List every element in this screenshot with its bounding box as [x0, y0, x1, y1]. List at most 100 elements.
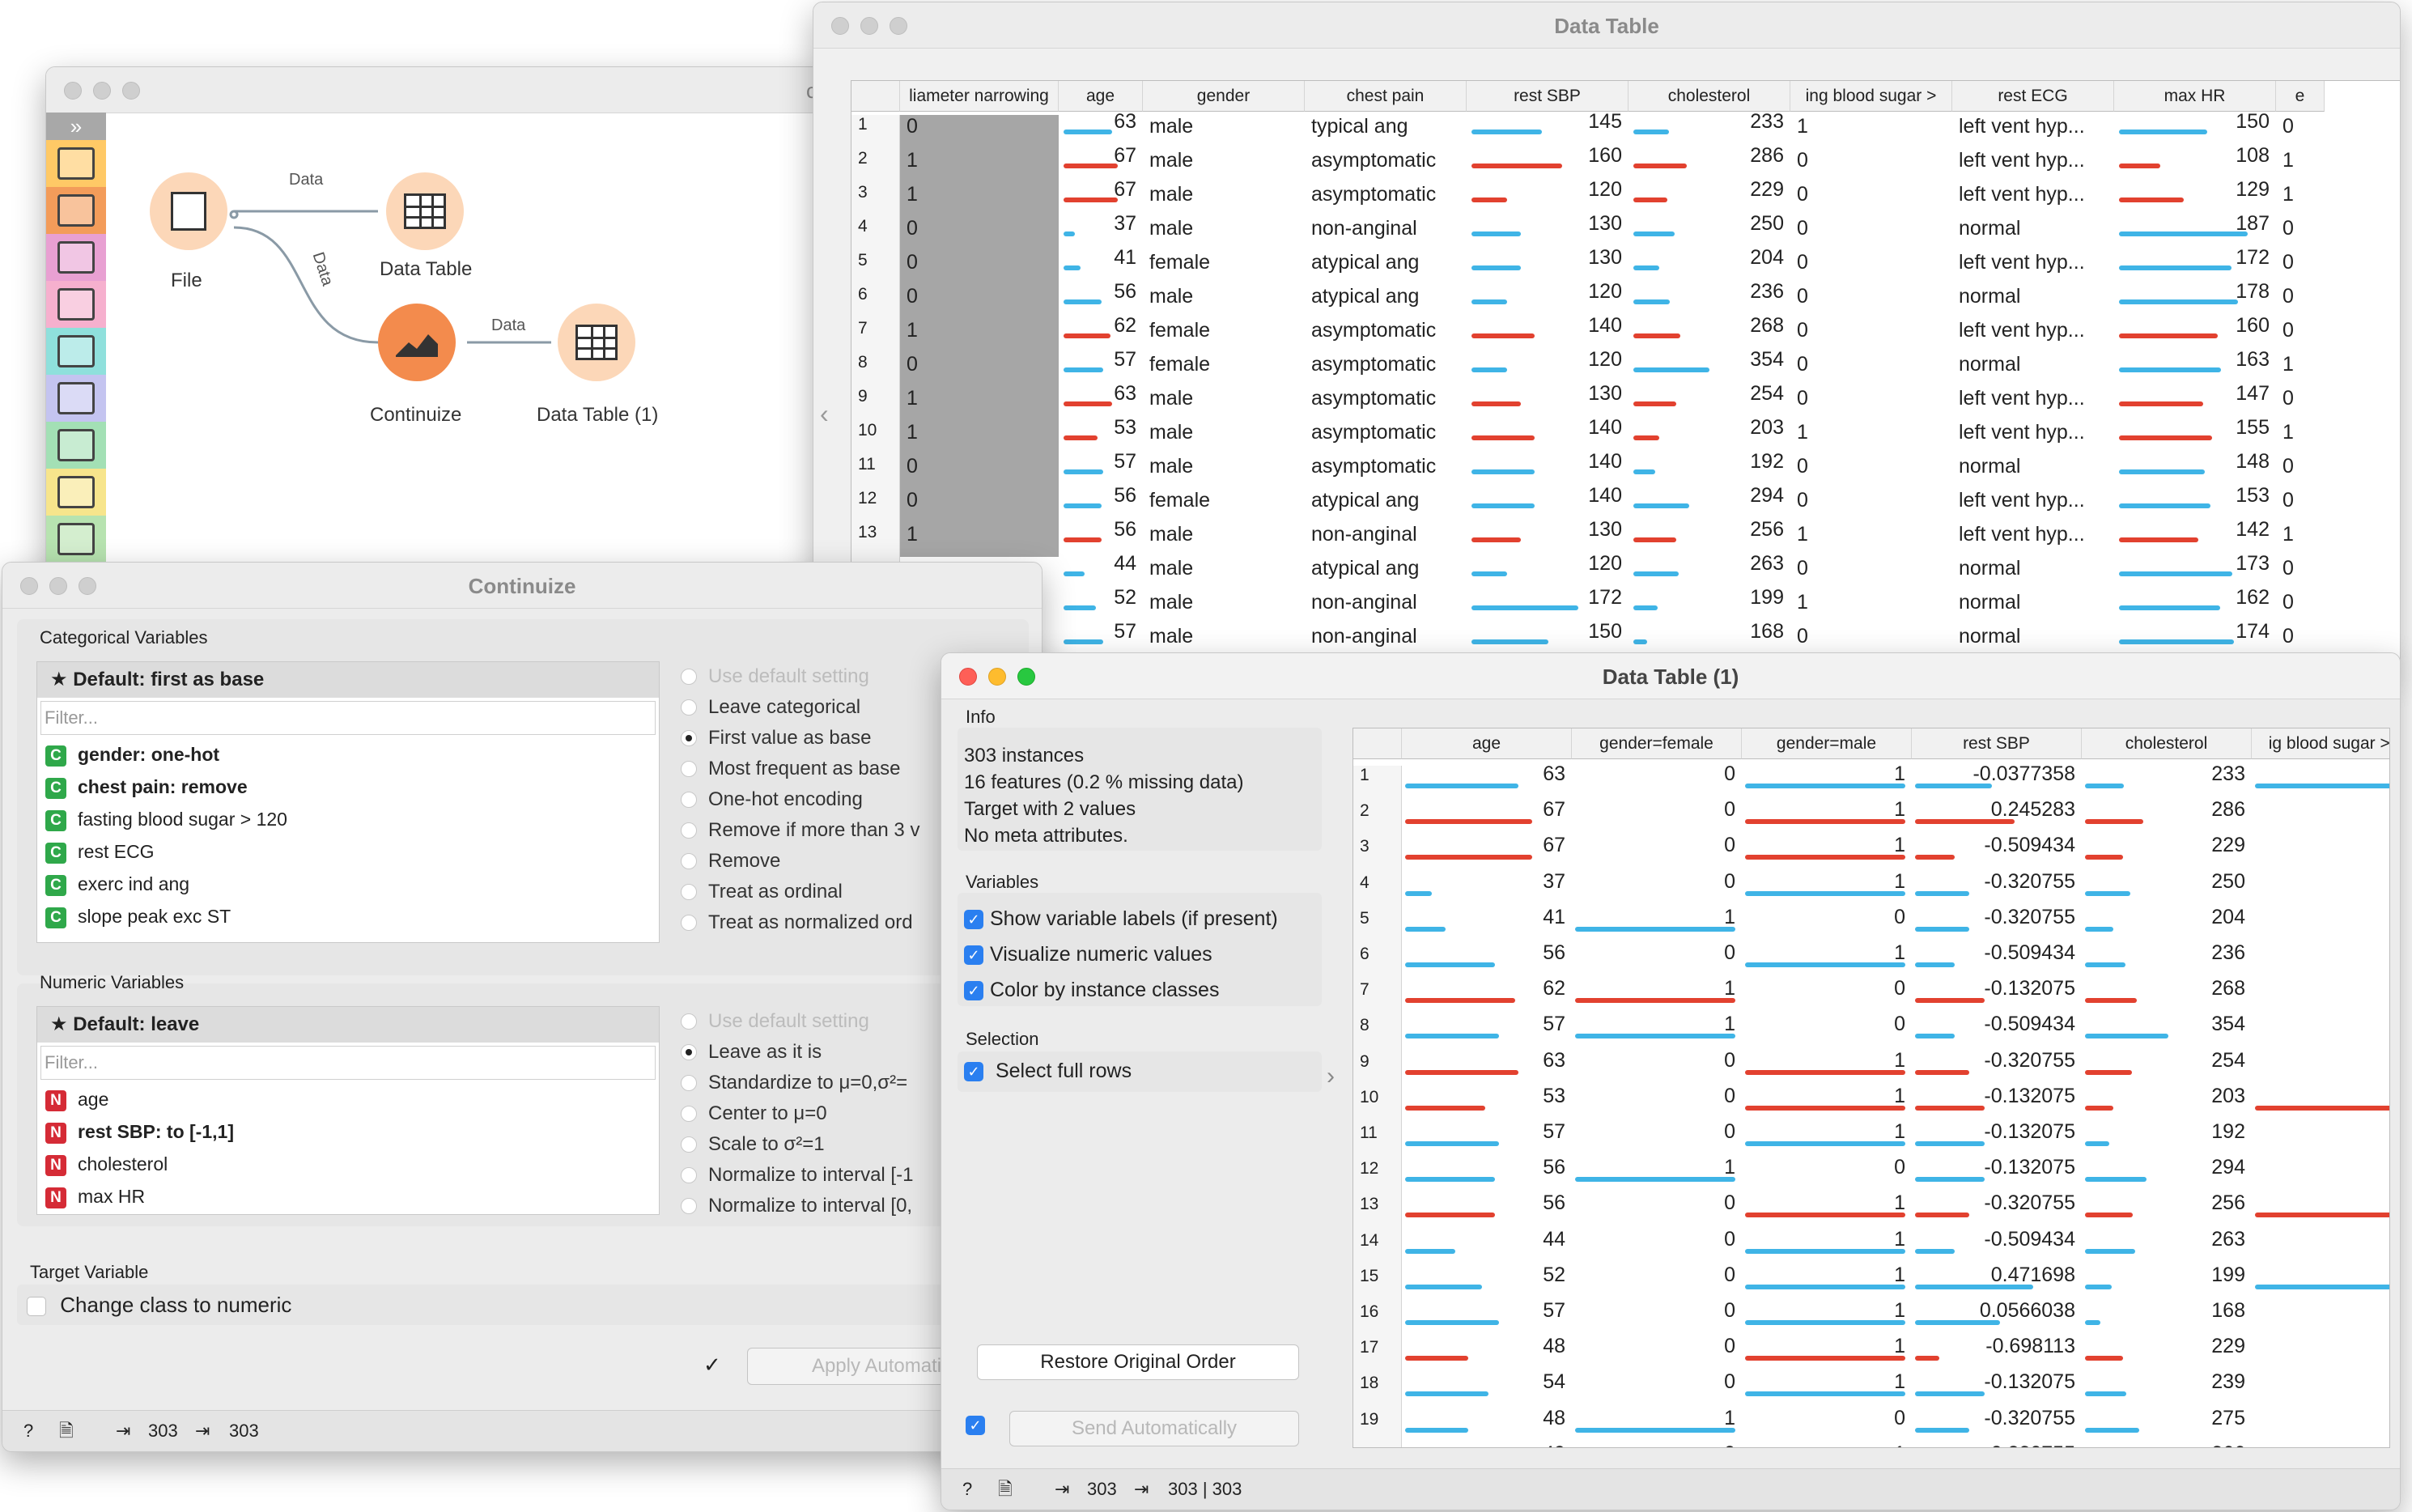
table-cell[interactable]: 168 — [2082, 1299, 2252, 1335]
table-cell[interactable]: 1 — [2276, 353, 2325, 387]
table-cell[interactable]: left vent hyp... — [1952, 149, 2114, 183]
table-cell[interactable]: left vent hyp... — [1952, 115, 2114, 149]
table-cell[interactable]: 57 — [1402, 1299, 1572, 1335]
radio-option[interactable]: Leave categorical — [681, 692, 919, 723]
table-cell[interactable]: 0 — [1790, 455, 1952, 489]
table-cell[interactable]: 229 — [2082, 1335, 2252, 1370]
table-cell[interactable]: left vent hyp... — [1952, 523, 2114, 557]
table-cell[interactable]: 0 — [2252, 941, 2389, 977]
table-cell[interactable]: 145 — [1467, 110, 1629, 144]
table-cell[interactable]: 56 — [1402, 1156, 1572, 1191]
table-cell[interactable]: male — [1143, 421, 1305, 455]
table-cell[interactable]: 1 — [1742, 941, 1912, 977]
send-auto-checkbox[interactable]: ✓ — [966, 1416, 985, 1435]
table-cell[interactable]: 1 — [900, 149, 1059, 183]
table-cell[interactable]: asymptomatic — [1305, 455, 1467, 489]
table-cell[interactable]: 203 — [1629, 416, 1790, 450]
table-cell[interactable]: 153 — [2114, 484, 2276, 518]
table-cell[interactable]: 142 — [2114, 518, 2276, 552]
table-cell[interactable]: -0.0377358 — [1912, 762, 2082, 798]
table-cell[interactable]: 56 — [1402, 1191, 1572, 1227]
table-cell[interactable]: 250 — [1629, 212, 1790, 246]
table-cell[interactable]: 1 — [1742, 834, 1912, 869]
table-cell[interactable]: 37 — [1059, 212, 1143, 246]
table-cell[interactable]: 0 — [2276, 319, 2325, 353]
table-cell[interactable]: 0 — [2276, 557, 2325, 591]
table-cell[interactable]: -0.132075 — [1912, 1370, 2082, 1406]
table-cell[interactable]: 0 — [1572, 1228, 1742, 1264]
table-cell[interactable]: left vent hyp... — [1952, 251, 2114, 285]
table-cell[interactable]: 0 — [900, 251, 1059, 285]
variable-list-item[interactable]: Cgender: one-hot — [37, 738, 659, 771]
table-cell[interactable]: 250 — [2082, 870, 2252, 906]
numeric-filter-input[interactable]: Filter... — [40, 1046, 656, 1080]
table-cell[interactable]: female — [1143, 319, 1305, 353]
report-icon[interactable]: 🗎 — [59, 1411, 74, 1451]
table-cell[interactable]: 52 — [1059, 586, 1143, 620]
table-cell[interactable]: 1 — [1790, 523, 1952, 557]
auto-apply-checkbox[interactable]: ✓ — [703, 1353, 721, 1378]
radio-option[interactable]: Remove — [681, 846, 919, 877]
table-cell[interactable]: 0 — [2252, 1013, 2389, 1048]
table-cell[interactable]: 0 — [2252, 1120, 2389, 1156]
table-cell[interactable]: left vent hyp... — [1952, 489, 2114, 523]
table-cell[interactable]: typical ang — [1305, 115, 1467, 149]
table-cell[interactable]: 0 — [2276, 455, 2325, 489]
table-cell[interactable]: male — [1143, 183, 1305, 217]
table-cell[interactable]: 148 — [2114, 450, 2276, 484]
column-header[interactable]: rest SBP — [1912, 728, 2082, 759]
table-cell[interactable]: non-anginal — [1305, 591, 1467, 625]
table-cell[interactable]: 67 — [1402, 798, 1572, 834]
table-cell[interactable]: 256 — [1629, 518, 1790, 552]
table-cell[interactable]: 0 — [1790, 319, 1952, 353]
table-cell[interactable]: 1 — [900, 421, 1059, 455]
table-cell[interactable]: 0 — [1572, 834, 1742, 869]
variable-list-item[interactable]: Cfasting blood sugar > 120 — [37, 803, 659, 835]
radio-option[interactable]: Use default setting — [681, 1006, 913, 1037]
table-cell[interactable]: -0.698113 — [1912, 1335, 2082, 1370]
table-cell[interactable]: 0 — [2252, 1299, 2389, 1335]
table-cell[interactable]: asymptomatic — [1305, 421, 1467, 455]
radio-option[interactable]: Treat as normalized ord — [681, 907, 919, 938]
table-cell[interactable]: normal — [1952, 557, 2114, 591]
table-cell[interactable]: 1 — [1790, 421, 1952, 455]
table-cell[interactable]: atypical ang — [1305, 489, 1467, 523]
table-cell[interactable]: 48 — [1402, 1407, 1572, 1442]
table-cell[interactable]: asymptomatic — [1305, 319, 1467, 353]
variable-option-checkbox[interactable]: ✓ Color by instance classes — [964, 972, 1278, 1008]
table-cell[interactable]: 56 — [1059, 518, 1143, 552]
table-cell[interactable]: 172 — [2114, 246, 2276, 280]
table-cell[interactable]: atypical ang — [1305, 285, 1467, 319]
collapse-arrow-icon[interactable]: ‹ — [820, 399, 829, 429]
categorical-filter-input[interactable]: Filter... — [40, 701, 656, 735]
table-cell[interactable]: -0.320755 — [1912, 1407, 2082, 1442]
table-cell[interactable]: left vent hyp... — [1952, 183, 2114, 217]
table-cell[interactable]: -0.320755 — [1912, 1442, 2082, 1447]
table-cell[interactable]: 67 — [1059, 178, 1143, 212]
table-cell[interactable]: 150 — [1467, 620, 1629, 654]
table-cell[interactable]: 0 — [900, 115, 1059, 149]
table-cell[interactable]: 63 — [1059, 382, 1143, 416]
numeric-default-row[interactable]: ★ Default: leave — [37, 1007, 659, 1043]
table-cell[interactable]: 0 — [900, 353, 1059, 387]
table-cell[interactable]: 155 — [2114, 416, 2276, 450]
table-cell[interactable]: 192 — [2082, 1120, 2252, 1156]
categorical-default-row[interactable]: ★ Default: first as base — [37, 662, 659, 698]
table-cell[interactable]: 0 — [2276, 591, 2325, 625]
table-cell[interactable]: -0.320755 — [1912, 1191, 2082, 1227]
table-cell[interactable]: -0.509434 — [1912, 941, 2082, 977]
table-cell[interactable]: 57 — [1059, 348, 1143, 382]
table-cell[interactable]: 1 — [1790, 591, 1952, 625]
table-cell[interactable]: 0 — [1790, 353, 1952, 387]
table-cell[interactable]: 354 — [1629, 348, 1790, 382]
table-cell[interactable]: 0 — [2276, 285, 2325, 319]
help-icon[interactable]: ? — [23, 1411, 33, 1451]
send-button[interactable]: Send Automatically — [1009, 1411, 1299, 1446]
table-cell[interactable]: male — [1143, 217, 1305, 251]
table-cell[interactable]: male — [1143, 387, 1305, 421]
table-cell[interactable]: 199 — [1629, 586, 1790, 620]
table-cell[interactable]: 0 — [1572, 1264, 1742, 1299]
variable-list-item[interactable]: Cslope peak exc ST — [37, 900, 659, 932]
radio-option[interactable]: Standardize to μ=0,σ²= — [681, 1068, 913, 1098]
table-cell[interactable]: 140 — [1467, 314, 1629, 348]
